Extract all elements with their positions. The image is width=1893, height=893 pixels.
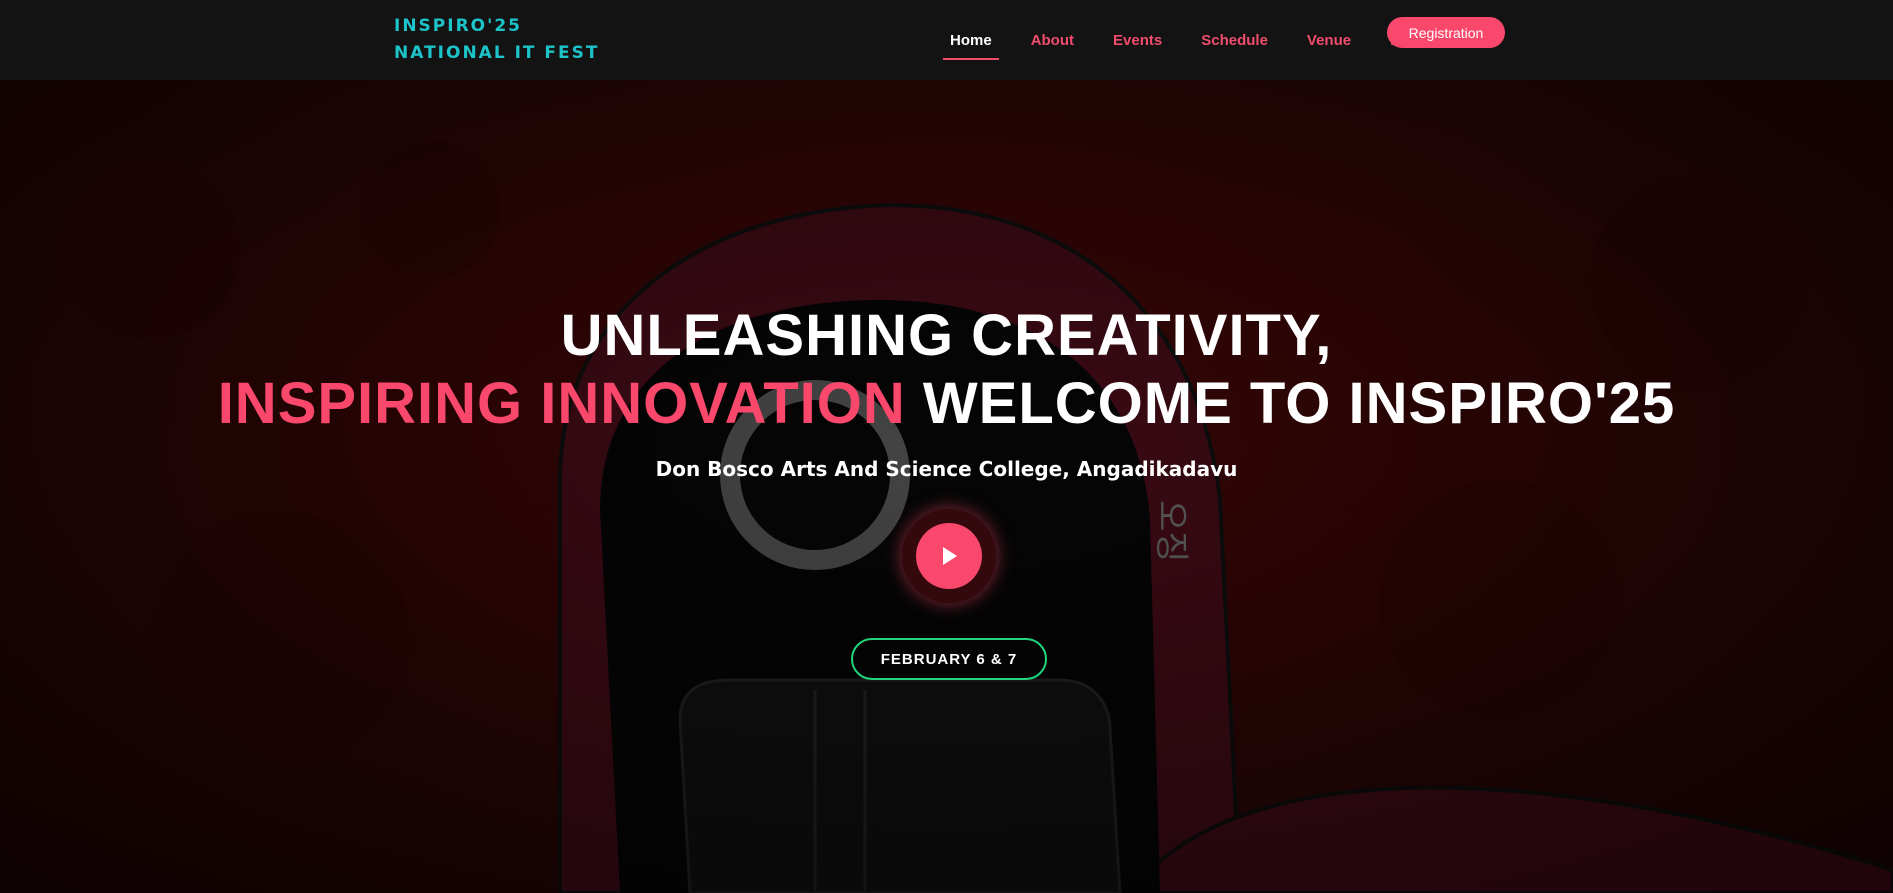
hero-section: 오징 UNLEASHING CREATIVITY, INSPIRING INNO… [0,80,1893,893]
nav-venue[interactable]: Venue [1300,24,1358,57]
nav-about[interactable]: About [1024,24,1081,57]
site-logo[interactable]: INSPIRO'25 NATIONAL IT FEST [394,13,599,67]
hero-content: UNLEASHING CREATIVITY, INSPIRING INNOVAT… [0,80,1893,893]
play-icon [943,547,957,565]
play-button-circle [916,523,982,589]
logo-title: INSPIRO'25 [394,16,522,36]
registration-button[interactable]: Registration [1387,17,1505,48]
hero-headline-line1: UNLEASHING CREATIVITY, [560,303,1333,368]
nav-events[interactable]: Events [1106,24,1169,57]
hero-subtitle: Don Bosco Arts And Science College, Anga… [655,457,1238,481]
hero-headline-welcome: WELCOME TO INSPIRO'25 [922,371,1676,436]
logo-subtitle: NATIONAL IT FEST [394,43,600,63]
play-video-button[interactable] [902,509,996,603]
hero-headline-highlight: INSPIRING INNOVATION [217,371,906,436]
nav-home[interactable]: Home [943,24,999,60]
event-date-button[interactable]: FEBRUARY 6 & 7 [851,638,1047,680]
hero-headline-line2: INSPIRING INNOVATION WELCOME TO INSPIRO'… [0,370,1893,437]
nav-schedule[interactable]: Schedule [1194,24,1275,57]
site-header: INSPIRO'25 NATIONAL IT FEST Home About E… [0,0,1893,80]
